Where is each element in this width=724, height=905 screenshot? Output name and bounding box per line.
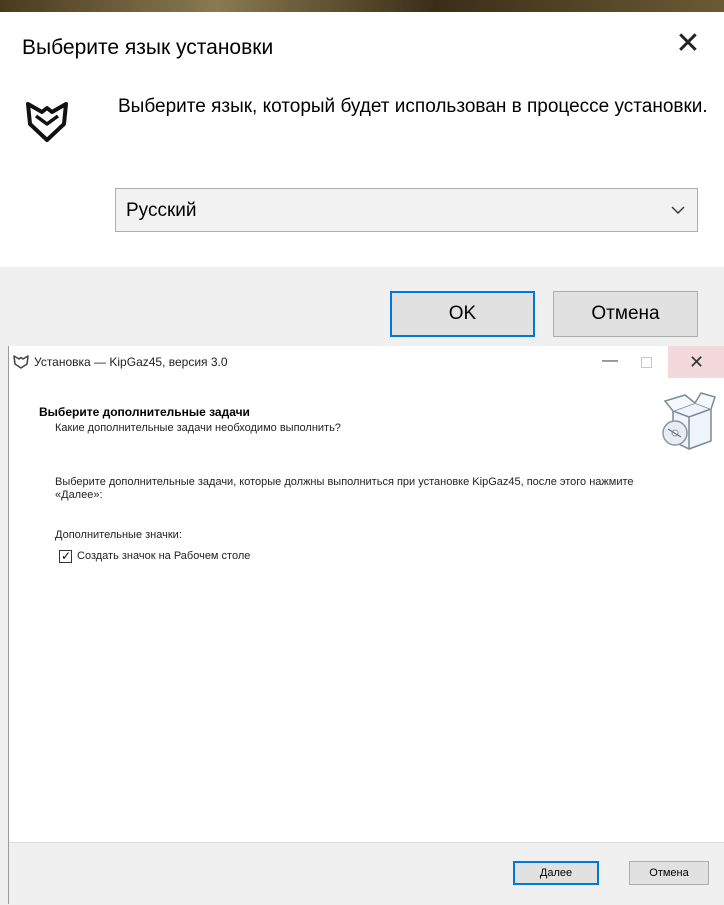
page-heading: Выберите дополнительные задачи <box>39 405 250 419</box>
desktop-wallpaper-strip <box>0 0 724 12</box>
app-logo-icon <box>26 102 68 142</box>
ok-button[interactable]: OK <box>390 291 535 337</box>
window-close-button[interactable]: ✕ <box>668 346 724 378</box>
setup-box-icon <box>662 392 716 450</box>
dialog-message: Выберите язык, который будет использован… <box>118 96 708 117</box>
maximize-button[interactable] <box>631 350 661 374</box>
language-select[interactable]: Русский <box>115 188 698 232</box>
dialog-title: Выберите язык установки <box>22 36 274 59</box>
cancel-button[interactable]: Отмена <box>553 291 698 337</box>
page-subheading: Какие дополнительные задачи необходимо в… <box>55 422 341 434</box>
chevron-down-icon <box>671 206 685 214</box>
wizard-header: Выберите дополнительные задачи Какие доп… <box>9 378 724 454</box>
desktop-icon-checkbox-label[interactable]: Создать значок на Рабочем столе <box>77 550 250 562</box>
task-description: Выберите дополнительные задачи, которые … <box>55 476 634 501</box>
window-titlebar[interactable]: Установка — KipGaz45, версия 3.0 — ✕ <box>9 346 724 378</box>
maximize-icon <box>641 357 652 368</box>
window-title: Установка — KipGaz45, версия 3.0 <box>34 355 228 369</box>
wizard-cancel-button[interactable]: Отмена <box>629 861 709 885</box>
close-icon[interactable]: ✕ <box>672 28 704 60</box>
desktop-icon-checkbox[interactable]: ✓ <box>59 550 72 563</box>
minimize-button[interactable]: — <box>595 350 625 374</box>
language-dialog: Выберите язык установки ✕ Выберите язык,… <box>0 12 724 344</box>
task-group-label: Дополнительные значки: <box>55 529 182 541</box>
checkbox-icon: ✓ <box>61 549 72 563</box>
app-icon <box>13 355 29 369</box>
language-select-value: Русский <box>126 200 197 221</box>
wizard-footer: Далее Отмена <box>9 842 724 905</box>
next-button[interactable]: Далее <box>513 861 599 885</box>
setup-wizard-window: Установка — KipGaz45, версия 3.0 — ✕ Выб… <box>8 346 724 905</box>
